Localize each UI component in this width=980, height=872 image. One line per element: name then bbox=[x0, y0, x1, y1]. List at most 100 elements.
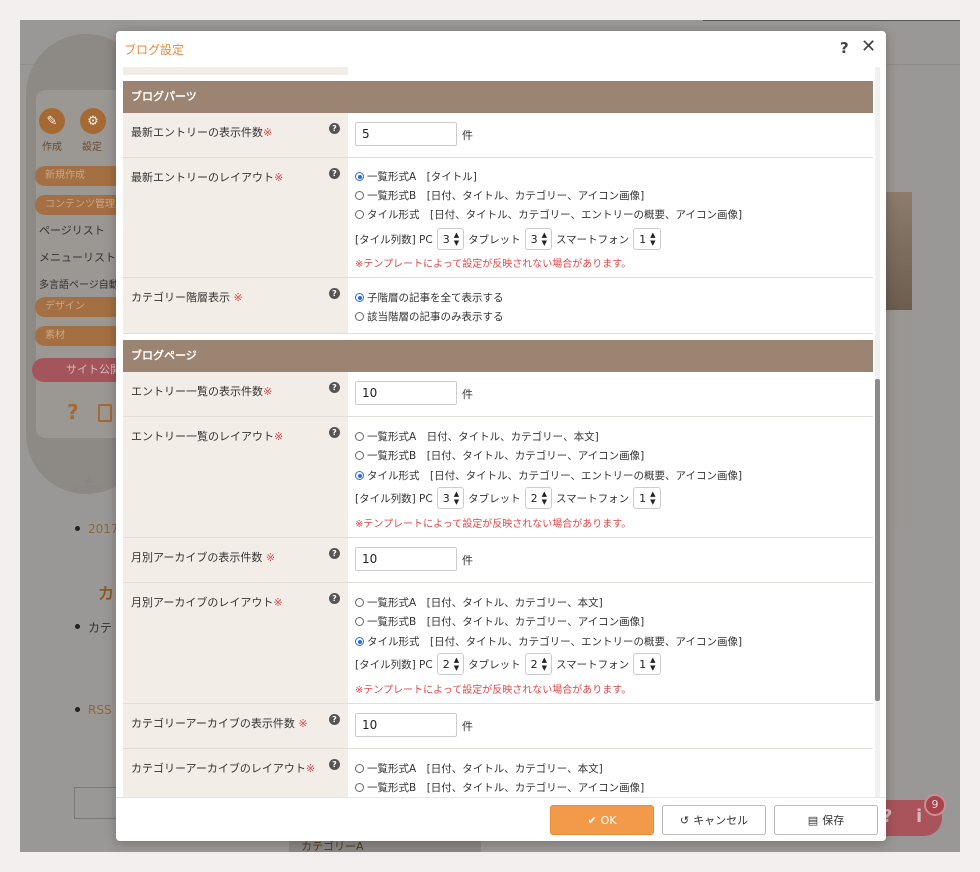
radio-option[interactable]: タイル形式 [日付、タイトル、カテゴリー、エントリーの概要、アイコン画像] bbox=[355, 468, 742, 483]
radio-button[interactable] bbox=[355, 783, 364, 792]
tablet-columns-select[interactable]: 2 ▲ ▼ bbox=[524, 653, 552, 675]
bg-close-toggle: ▲ CLOSE bbox=[74, 475, 103, 495]
radio-option[interactable]: 一覧形式A 日付、タイトル、カテゴリー、本文] bbox=[355, 429, 599, 444]
notification-badge: 9 bbox=[924, 794, 946, 816]
radio-button[interactable] bbox=[355, 191, 364, 200]
radio-option[interactable]: タイル形式 [日付、タイトル、カテゴリー、エントリーの概要、アイコン画像] bbox=[355, 207, 742, 222]
row-entry-count: エントリー一覧の表示件数※ ? 10 件 bbox=[123, 372, 873, 417]
radio-option[interactable]: 一覧形式A [タイトル] bbox=[355, 169, 477, 184]
bg-heading: カ bbox=[98, 584, 115, 603]
radio-button[interactable] bbox=[355, 312, 364, 321]
select-arrows-icon: ▲ ▼ bbox=[453, 490, 460, 506]
help-icon[interactable]: ? bbox=[329, 382, 340, 393]
radio-option[interactable]: 該当階層の記事のみ表示する bbox=[355, 309, 504, 324]
save-label: 保存 bbox=[822, 814, 845, 827]
help-icon[interactable]: ? bbox=[329, 714, 340, 725]
ok-button[interactable]: ✔ OK bbox=[550, 805, 654, 835]
radio-label: 一覧形式B [日付、タイトル、カテゴリー、アイコン画像] bbox=[367, 450, 645, 462]
radio-label: タイル形式 [日付、タイトル、カテゴリー、エントリーの概要、アイコン画像] bbox=[367, 209, 743, 221]
select-arrows-icon: ▲ ▼ bbox=[541, 656, 547, 672]
radio-option[interactable]: 一覧形式B [日付、タイトル、カテゴリー、アイコン画像] bbox=[355, 614, 644, 629]
tile-cols-pc-label: [タイル列数] PC bbox=[355, 658, 433, 671]
row-label: 最新エントリーの表示件数 bbox=[131, 126, 263, 139]
undo-icon: ↺ bbox=[679, 813, 690, 827]
chevron-up-icon: ▲ bbox=[85, 475, 93, 485]
scrollbar-thumb[interactable] bbox=[875, 379, 880, 701]
pc-columns-select[interactable]: 2 ▲ ▼ bbox=[436, 653, 465, 675]
required-mark: ※ bbox=[274, 430, 284, 443]
smartphone-columns-select[interactable]: 1 ▲ ▼ bbox=[633, 653, 661, 675]
modal-footer: ✔ OK ↺ キャンセル ▤ 保存 bbox=[116, 797, 886, 841]
help-icon[interactable]: ? bbox=[329, 759, 340, 770]
radio-button[interactable] bbox=[355, 637, 364, 646]
radio-label: 一覧形式A [タイトル] bbox=[367, 171, 477, 183]
cancel-button[interactable]: ↺ キャンセル bbox=[662, 805, 766, 835]
radio-button[interactable] bbox=[355, 764, 364, 773]
bg-create-label: 作成 bbox=[42, 142, 62, 153]
radio-label: 該当階層の記事のみ表示する bbox=[367, 311, 504, 323]
section-blog-page: ブログページ bbox=[123, 340, 873, 372]
radio-button[interactable] bbox=[355, 471, 364, 480]
radio-button[interactable] bbox=[355, 210, 364, 219]
bg-photo bbox=[884, 192, 912, 310]
radio-option[interactable]: 一覧形式B [日付、タイトル、カテゴリー、アイコン画像] bbox=[355, 448, 644, 463]
latest-count-input[interactable]: 5 bbox=[355, 122, 457, 146]
radio-option[interactable]: タイル形式 [日付、タイトル、カテゴリー、エントリーの概要、アイコン画像] bbox=[355, 634, 742, 649]
row-label: カテゴリー階層表示 bbox=[131, 291, 230, 304]
help-icon[interactable]: ? bbox=[329, 593, 340, 604]
row-latest-count: 最新エントリーの表示件数※ ? 5 件 bbox=[123, 113, 873, 158]
close-icon[interactable]: ✕ bbox=[861, 38, 876, 56]
select-arrows-icon: ▲ ▼ bbox=[541, 231, 547, 247]
modal-body[interactable]: ブログパーツ 最新エントリーの表示件数※ ? 5 件 最新エントリーのレイアウト… bbox=[123, 67, 883, 797]
tablet-columns-select[interactable]: 2 ▲ ▼ bbox=[524, 487, 552, 509]
section-blog-parts: ブログパーツ bbox=[123, 81, 873, 113]
radio-label: タイル形式 [日付、タイトル、カテゴリー、エントリーの概要、アイコン画像] bbox=[367, 636, 743, 648]
row-category-count: カテゴリーアーカイブの表示件数 ※ ? 10 件 bbox=[123, 704, 873, 749]
tile-columns: [タイル列数] PC 2 ▲ ▼ タブレット 2 ▲ ▼ スマートフォン 1 ▲ ▼ bbox=[355, 653, 665, 675]
monthly-count-input[interactable]: 10 bbox=[355, 547, 457, 571]
row-label: カテゴリーアーカイブの表示件数 bbox=[131, 717, 295, 730]
row-category-tree: カテゴリー階層表示 ※ ? 子階層の記事を全て表示する 該当階層の記事のみ表示す… bbox=[123, 278, 873, 334]
blog-settings-modal: ブログ設定 ? ✕ ブログパーツ 最新エントリーの表示件数※ ? 5 件 最新エ… bbox=[116, 31, 886, 841]
help-icon[interactable]: ? bbox=[840, 39, 849, 57]
radio-button[interactable] bbox=[355, 451, 364, 460]
pc-columns-select[interactable]: 3 ▲ ▼ bbox=[436, 487, 465, 509]
tablet-label: タブレット bbox=[468, 233, 521, 246]
radio-button[interactable] bbox=[355, 617, 364, 626]
help-icon[interactable]: ? bbox=[329, 427, 340, 438]
radio-option[interactable]: 一覧形式A [日付、タイトル、カテゴリー、本文] bbox=[355, 761, 603, 776]
tablet-label: タブレット bbox=[468, 658, 521, 671]
help-icon[interactable]: ? bbox=[329, 548, 340, 559]
row-entry-layout: エントリー一覧のレイアウト※ ? 一覧形式A 日付、タイトル、カテゴリー、本文]… bbox=[123, 417, 873, 538]
smartphone-columns-select[interactable]: 1 ▲ ▼ bbox=[633, 228, 661, 250]
smartphone-columns-select[interactable]: 1 ▲ ▼ bbox=[633, 487, 661, 509]
help-icon[interactable]: ? bbox=[329, 168, 340, 179]
row-label: カテゴリーアーカイブのレイアウト bbox=[131, 762, 306, 775]
row-label: エントリー一覧のレイアウト bbox=[131, 430, 274, 443]
tablet-columns-select[interactable]: 3 ▲ ▼ bbox=[524, 228, 552, 250]
bg-rss-link: RSS bbox=[88, 703, 112, 717]
help-icon[interactable]: ? bbox=[329, 288, 340, 299]
radio-button[interactable] bbox=[355, 598, 364, 607]
category-count-input[interactable]: 10 bbox=[355, 713, 457, 737]
bg-category-link: カテ bbox=[88, 621, 113, 635]
entry-count-input[interactable]: 10 bbox=[355, 381, 457, 405]
pc-columns-select[interactable]: 3 ▲ ▼ bbox=[436, 228, 465, 250]
radio-option[interactable]: 一覧形式B [日付、タイトル、カテゴリー、アイコン画像] bbox=[355, 780, 644, 795]
info-icon: i bbox=[916, 806, 923, 827]
tile-columns: [タイル列数] PC 3 ▲ ▼ タブレット 2 ▲ ▼ スマートフォン 1 ▲ ▼ bbox=[355, 487, 665, 509]
unit-label: 件 bbox=[462, 554, 473, 567]
radio-option[interactable]: 子階層の記事を全て表示する bbox=[355, 290, 504, 305]
save-button[interactable]: ▤ 保存 bbox=[774, 805, 878, 835]
modal-header: ブログ設定 ? ✕ bbox=[116, 31, 886, 67]
radio-button[interactable] bbox=[355, 293, 364, 302]
gear-icon: ⚙ bbox=[80, 108, 106, 134]
radio-button[interactable] bbox=[355, 172, 364, 181]
radio-button[interactable] bbox=[355, 432, 364, 441]
radio-option[interactable]: 一覧形式B [日付、タイトル、カテゴリー、アイコン画像] bbox=[355, 188, 644, 203]
radio-option[interactable]: 一覧形式A [日付、タイトル、カテゴリー、本文] bbox=[355, 595, 603, 610]
bg-close-label: CLOSE bbox=[74, 485, 104, 495]
help-icon[interactable]: ? bbox=[329, 123, 340, 134]
pencil-icon: ✎ bbox=[39, 108, 65, 134]
row-label: 月別アーカイブのレイアウト bbox=[131, 596, 274, 609]
